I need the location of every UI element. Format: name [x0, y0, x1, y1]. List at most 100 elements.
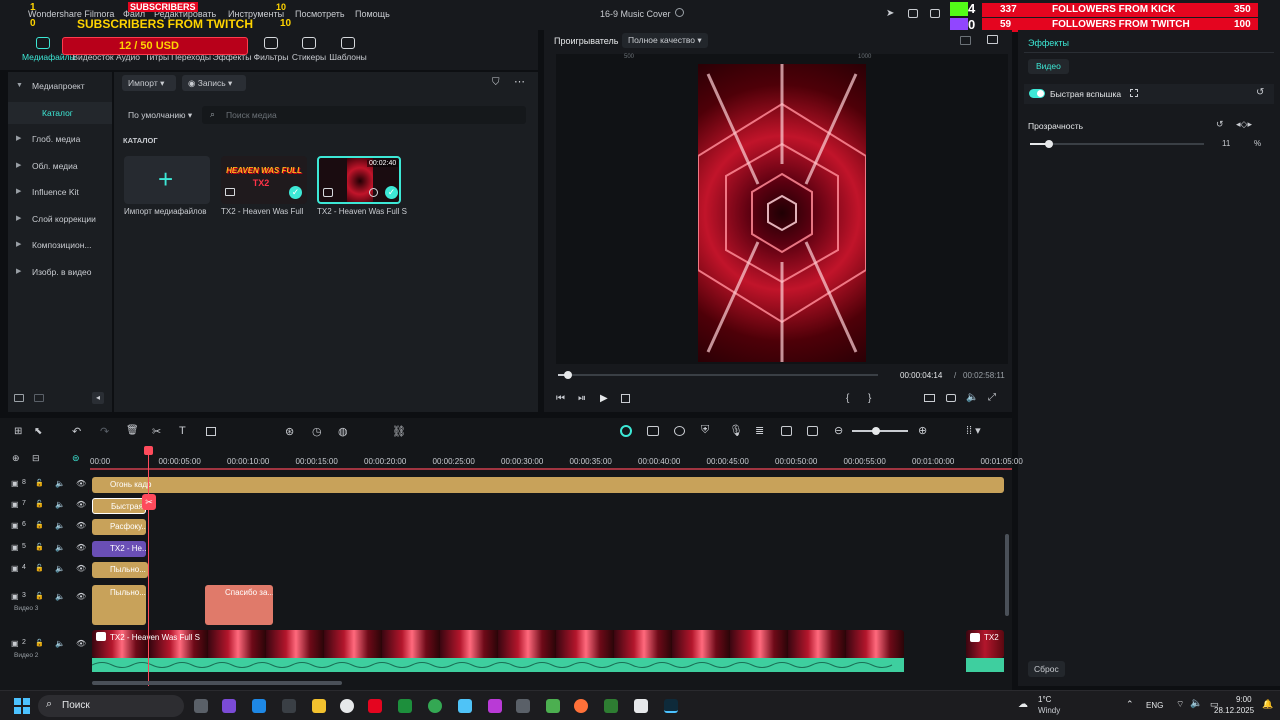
color-icon[interactable]: ◍ [338, 425, 348, 438]
task-view-icon[interactable] [194, 699, 208, 713]
shield-icon[interactable]: ⛨ [701, 424, 709, 437]
tray-expand-icon[interactable]: ⌃ [1126, 699, 1134, 710]
prev-frame-icon[interactable]: ⏮ [556, 393, 565, 404]
new-folder-icon[interactable] [14, 394, 24, 402]
weather-desc[interactable]: Windy [1038, 706, 1060, 715]
app-icon-4[interactable] [340, 699, 354, 713]
notifications-icon[interactable]: 🔔 [1262, 699, 1273, 710]
quality-dropdown[interactable]: Полное качество ▾ [622, 33, 708, 48]
visibility-icon[interactable]: 👁 [76, 543, 86, 552]
subtab-video[interactable]: Видео [1028, 59, 1069, 74]
visibility-icon[interactable]: 👁 [76, 564, 86, 573]
keyframe-icon[interactable]: ◂◇▸ [1236, 119, 1252, 130]
media-thumb-heaven-cover[interactable]: HEAVEN WAS FULL ТХ2 ✓ [221, 156, 307, 204]
speaker-icon[interactable]: 🔈 [1190, 698, 1202, 709]
mute-icon[interactable]: 🔈 [55, 500, 65, 509]
notepad-icon[interactable] [634, 699, 648, 713]
zoom-in-icon[interactable]: ⊕ [918, 424, 927, 437]
effect-toggle[interactable] [1029, 89, 1045, 98]
tab-effects-props[interactable]: Эффекты [1028, 38, 1069, 48]
visibility-icon[interactable]: 👁 [76, 639, 86, 648]
select-tool-icon[interactable]: ⬉ [34, 426, 42, 437]
clip-tx2-overlay[interactable]: TX2 - Не... [92, 541, 146, 557]
app-icon-8[interactable] [488, 699, 502, 713]
clip-dust-2[interactable]: Пыльно... [92, 585, 146, 625]
clip-fire-frame[interactable]: Огонь кадр [92, 477, 1004, 493]
reset-button[interactable]: Сброс [1028, 661, 1065, 677]
filmora-icon[interactable] [664, 699, 678, 713]
collapse-panel-icon[interactable]: ◂ [92, 392, 104, 404]
app-icon-2[interactable] [252, 699, 266, 713]
link-icon[interactable]: ⛓ [392, 425, 406, 438]
clip-thanks[interactable]: Спасибо за... [205, 585, 273, 625]
clip-quick-flash[interactable]: Быстрая [92, 498, 146, 514]
crop-icon[interactable] [206, 427, 216, 436]
wifi-icon[interactable]: ⌔ [1176, 699, 1184, 710]
app-icon-9[interactable] [516, 699, 530, 713]
track-type-icon[interactable]: ▣ [11, 521, 19, 530]
tab-templates[interactable]: Шаблоны [327, 34, 369, 62]
mute-icon[interactable]: 🔈 [55, 592, 65, 601]
mute-icon[interactable]: 🔈 [55, 479, 65, 488]
snapshot-frame-icon[interactable] [987, 35, 998, 44]
auto-highlight-icon[interactable] [647, 426, 659, 436]
layout-grid-icon[interactable]: ⊞ [14, 426, 22, 437]
lock-icon[interactable]: 🔓 [35, 639, 44, 647]
undo-icon[interactable]: ↶ [72, 425, 81, 438]
speed-icon[interactable]: ◷ [312, 425, 322, 438]
magnet-icon[interactable]: ⊜ [72, 453, 80, 464]
clip-main-video[interactable]: TX2 - Heaven Was Full S [92, 630, 904, 658]
playhead[interactable] [148, 446, 149, 686]
volume-icon[interactable]: 🔈 [966, 392, 978, 403]
lock-icon[interactable]: 🔓 [35, 592, 44, 600]
track-type-icon[interactable]: ▣ [11, 543, 19, 552]
track-type-icon[interactable]: ▣ [11, 592, 19, 601]
layout-icon[interactable] [908, 9, 918, 18]
file-explorer-icon[interactable] [312, 699, 326, 713]
camera-icon[interactable] [946, 394, 956, 402]
nav-media-project[interactable]: ▼ Медиапроект [8, 75, 112, 97]
app-icon-3[interactable] [282, 699, 296, 713]
clip-dust-1[interactable]: Пыльно... [92, 562, 148, 578]
replace-icon[interactable] [781, 426, 792, 436]
tab-media[interactable]: Медиафайлы [22, 34, 76, 62]
redo-icon[interactable]: ↷ [100, 425, 109, 438]
track-type-icon[interactable]: ▣ [11, 500, 19, 509]
mark-in-icon[interactable]: { [846, 393, 849, 404]
media-thumb-heaven-video[interactable]: 00:02:40 ✓ [317, 156, 401, 204]
mute-icon[interactable]: 🔈 [55, 639, 65, 648]
playhead-handle[interactable] [144, 446, 153, 455]
lock-icon[interactable]: 🔓 [35, 521, 44, 529]
render-preview-icon[interactable] [620, 425, 632, 437]
tab-player[interactable]: Проигрыватель [554, 36, 618, 46]
play-icon[interactable]: ▶ [600, 393, 608, 404]
mark-out-icon[interactable]: } [868, 393, 871, 404]
grid-icon[interactable] [960, 36, 971, 45]
opacity-slider[interactable] [1030, 140, 1204, 148]
text-icon[interactable]: T [179, 425, 186, 437]
nav-adjustment-layer[interactable]: ▶ Слой коррекции [8, 208, 112, 230]
audio-waveform[interactable] [91, 658, 904, 672]
snapshot-icon[interactable] [807, 426, 818, 436]
lock-icon[interactable]: 🔓 [35, 564, 44, 572]
fullscreen-icon[interactable]: ⤢ [988, 392, 996, 403]
zoom-slider[interactable] [852, 427, 908, 435]
mic-icon[interactable]: 🎙 [729, 424, 743, 437]
clock-time[interactable]: 9:00 [1236, 695, 1252, 704]
sort-dropdown[interactable]: По умолчанию ▾ [128, 110, 192, 121]
tab-stickers[interactable]: Стикеры [288, 34, 330, 62]
opacity-reset-icon[interactable]: ↺ [1216, 119, 1224, 130]
search-input[interactable]: ⌕ Поиск медиа [202, 106, 526, 124]
ai-tool-icon[interactable]: ⊛ [285, 425, 294, 438]
filter-icon[interactable]: ⛉ [492, 77, 500, 88]
app-icon-5[interactable] [368, 699, 382, 713]
link-tracks-icon[interactable]: ⊟ [32, 453, 40, 464]
language-indicator[interactable]: ENG [1146, 701, 1163, 710]
visibility-icon[interactable]: 👁 [76, 479, 86, 488]
mute-icon[interactable]: 🔈 [55, 564, 65, 573]
visibility-icon[interactable]: 👁 [76, 521, 86, 530]
clip-main-video-end[interactable]: TX2 [966, 630, 1004, 658]
split-icon[interactable]: ✂ [152, 425, 161, 438]
mute-icon[interactable]: 🔈 [55, 521, 65, 530]
horizontal-scrollbar[interactable] [92, 681, 342, 685]
